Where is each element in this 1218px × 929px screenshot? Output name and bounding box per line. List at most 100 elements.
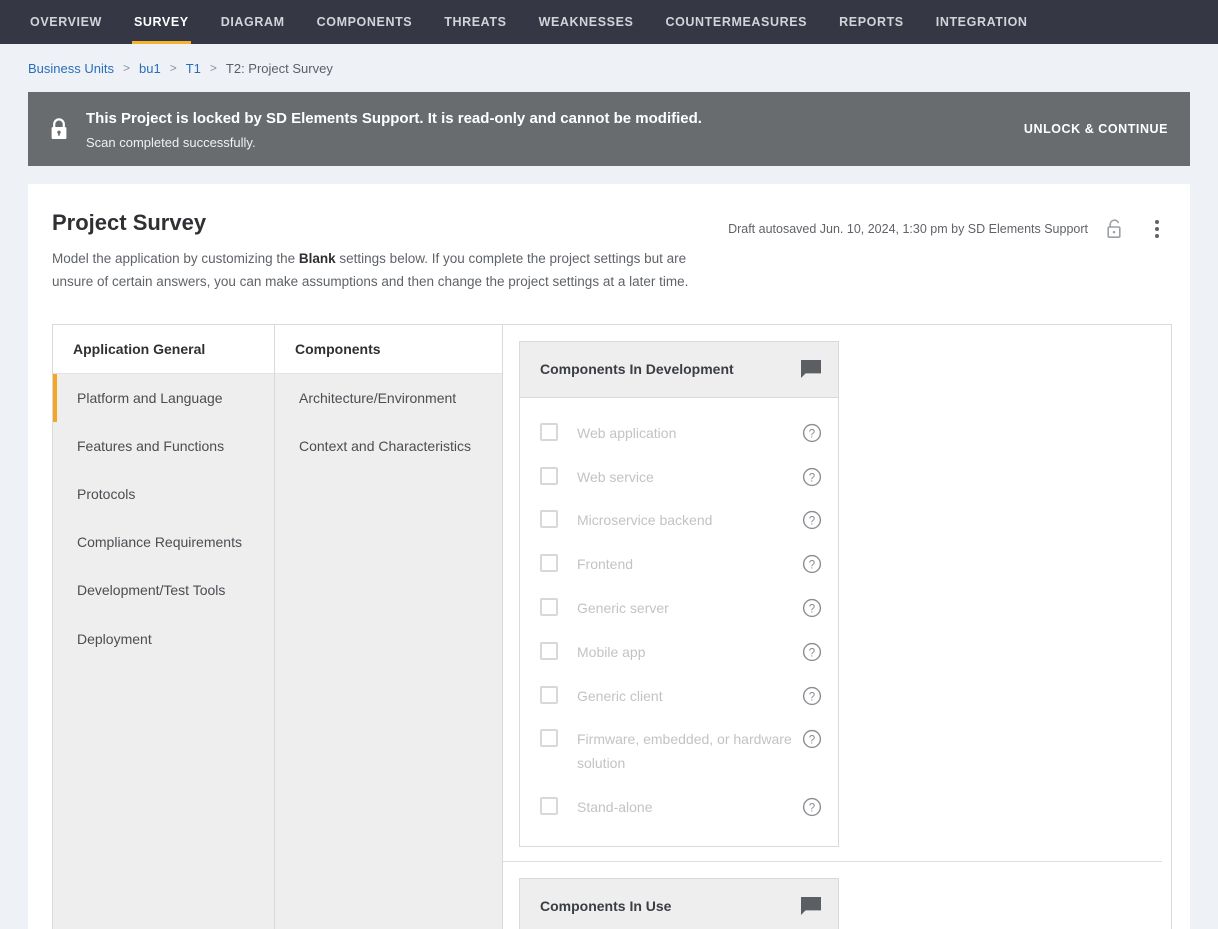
question-group-panel: Components In Development Web application… — [519, 341, 839, 847]
svg-text:?: ? — [809, 472, 815, 484]
breadcrumb-item-2[interactable]: bu1 — [139, 61, 161, 76]
questions-list: Components In Development Web application… — [503, 341, 1171, 929]
checkbox-microservice-backend[interactable] — [540, 510, 558, 528]
help-circle-icon[interactable]: ? — [802, 554, 822, 574]
help-circle-icon[interactable]: ? — [802, 467, 822, 487]
question-option-row: Stand-alone? — [540, 786, 822, 830]
breadcrumb-separator: > — [123, 61, 130, 75]
sections-list: Platform and LanguageFeatures and Functi… — [53, 374, 274, 663]
svg-text:?: ? — [809, 560, 815, 572]
question-option-label: Generic client — [577, 685, 792, 709]
page-description-part1: Model the application by customizing the — [52, 251, 299, 266]
checkbox-generic-server[interactable] — [540, 598, 558, 616]
question-option-row: Mobile app? — [540, 631, 822, 675]
page-description-highlight: Blank — [299, 251, 336, 266]
help-circle-icon[interactable]: ? — [802, 598, 822, 618]
nav-tab-weaknesses[interactable]: WEAKNESSES — [523, 0, 650, 44]
checkbox-web-service[interactable] — [540, 467, 558, 485]
question-group-divider — [503, 861, 1162, 862]
nav-tab-survey[interactable]: SURVEY — [118, 0, 205, 44]
card-header-left: Project Survey Model the application by … — [52, 210, 728, 294]
comment-bubble-icon[interactable] — [800, 359, 822, 379]
nav-tab-reports[interactable]: REPORTS — [823, 0, 920, 44]
subsections-item-architecture-environment[interactable]: Architecture/Environment — [275, 374, 502, 422]
question-option-label: Frontend — [577, 553, 792, 577]
question-option-row: Web service? — [540, 456, 822, 500]
breadcrumb-item-3[interactable]: T1 — [186, 61, 201, 76]
breadcrumb: Business Units > bu1 > T1 > T2: Project Survey — [0, 44, 1218, 92]
sections-item-features-and-functions[interactable]: Features and Functions — [53, 422, 274, 470]
breadcrumb-item-4: T2: Project Survey — [226, 61, 333, 76]
question-option-label: Generic server — [577, 597, 792, 621]
card-header: Project Survey Model the application by … — [52, 210, 1172, 294]
kebab-dots — [1155, 220, 1159, 238]
question-option-label: Firmware, embedded, or hardware solution — [577, 728, 792, 776]
nav-tab-components[interactable]: COMPONENTS — [301, 0, 429, 44]
question-option-label: Stand-alone — [577, 796, 792, 820]
sections-item-deployment[interactable]: Deployment — [53, 615, 274, 663]
subsections-item-context-and-characteristics[interactable]: Context and Characteristics — [275, 422, 502, 470]
help-circle-icon[interactable]: ? — [802, 423, 822, 443]
kebab-menu-icon[interactable] — [1142, 214, 1172, 244]
sections-heading: Application General — [53, 325, 274, 374]
sections-item-compliance-requirements[interactable]: Compliance Requirements — [53, 518, 274, 566]
help-circle-icon[interactable]: ? — [802, 510, 822, 530]
sections-item-development-test-tools[interactable]: Development/Test Tools — [53, 566, 274, 614]
svg-text:?: ? — [809, 516, 815, 528]
question-option-label: Web service — [577, 466, 792, 490]
banner-text-block: This Project is locked by SD Elements Su… — [86, 108, 1008, 151]
breadcrumb-separator: > — [170, 61, 177, 75]
survey-questions-column: Components In Development Web application… — [503, 325, 1171, 929]
survey-panel: Application General Platform and Languag… — [52, 324, 1172, 929]
nav-tab-threats[interactable]: THREATS — [428, 0, 522, 44]
svg-text:?: ? — [809, 428, 815, 440]
sections-item-platform-and-language[interactable]: Platform and Language — [53, 374, 274, 422]
checkbox-generic-client[interactable] — [540, 686, 558, 704]
checkbox-web-application[interactable] — [540, 423, 558, 441]
top-navigation-bar: OVERVIEWSURVEYDIAGRAMCOMPONENTSTHREATSWE… — [0, 0, 1218, 44]
help-circle-icon[interactable]: ? — [802, 686, 822, 706]
breadcrumb-item-1[interactable]: Business Units — [28, 61, 114, 76]
question-option-row: Web application? — [540, 412, 822, 456]
checkbox-frontend[interactable] — [540, 554, 558, 572]
checkbox-stand-alone[interactable] — [540, 797, 558, 815]
nav-tab-countermeasures[interactable]: COUNTERMEASURES — [649, 0, 823, 44]
nav-tab-overview[interactable]: OVERVIEW — [14, 0, 118, 44]
question-group-header: Components In Use — [520, 879, 838, 929]
question-option-label: Web application — [577, 422, 792, 446]
svg-text:?: ? — [809, 603, 815, 615]
subsections-heading: Components — [275, 325, 502, 374]
banner-title: This Project is locked by SD Elements Su… — [86, 108, 1008, 131]
checkbox-mobile-app[interactable] — [540, 642, 558, 660]
question-option-row: Generic client? — [540, 675, 822, 719]
question-option-label: Mobile app — [577, 641, 792, 665]
comment-bubble-icon[interactable] — [800, 896, 822, 916]
question-group-body: Web application?Web service?Microservice… — [520, 398, 838, 846]
unlock-and-continue-button[interactable]: UNLOCK & CONTINUE — [1008, 122, 1168, 136]
question-group-title: Components In Development — [540, 361, 800, 377]
svg-text:?: ? — [809, 735, 815, 747]
svg-text:?: ? — [809, 691, 815, 703]
help-circle-icon[interactable]: ? — [802, 797, 822, 817]
help-circle-icon[interactable]: ? — [802, 642, 822, 662]
svg-text:?: ? — [809, 647, 815, 659]
unlocked-padlock-icon[interactable] — [1100, 214, 1130, 244]
page-title: Project Survey — [52, 210, 714, 236]
svg-text:?: ? — [809, 802, 815, 814]
banner-subtitle: Scan completed successfully. — [86, 135, 1008, 150]
breadcrumb-separator: > — [210, 61, 217, 75]
question-group-panel: Components In UseUses a database? — [519, 878, 839, 929]
nav-tab-integration[interactable]: INTEGRATION — [920, 0, 1044, 44]
question-group-header: Components In Development — [520, 342, 838, 398]
survey-sections-column: Application General Platform and Languag… — [53, 325, 275, 929]
nav-tab-diagram[interactable]: DIAGRAM — [205, 0, 301, 44]
question-option-row: Generic server? — [540, 587, 822, 631]
checkbox-firmware-embedded-or-hardware-solution[interactable] — [540, 729, 558, 747]
question-option-label: Microservice backend — [577, 509, 792, 533]
question-option-row: Frontend? — [540, 543, 822, 587]
project-survey-card: Project Survey Model the application by … — [28, 184, 1190, 929]
autosave-status: Draft autosaved Jun. 10, 2024, 1:30 pm b… — [728, 222, 1088, 236]
help-circle-icon[interactable]: ? — [802, 729, 822, 749]
project-locked-banner: This Project is locked by SD Elements Su… — [28, 92, 1190, 166]
sections-item-protocols[interactable]: Protocols — [53, 470, 274, 518]
